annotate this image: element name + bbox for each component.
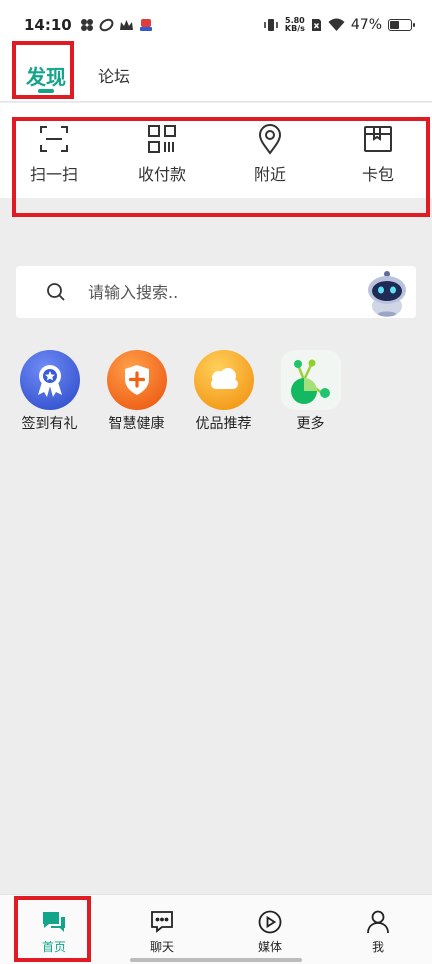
quick-action-scan[interactable]: 扫一扫 <box>0 123 108 185</box>
wifi-icon <box>328 18 345 31</box>
tab-forum[interactable]: 论坛 <box>98 49 130 101</box>
app-icon-more <box>280 350 341 410</box>
vibrate-icon <box>264 19 278 31</box>
location-pin-icon <box>258 124 282 155</box>
chat-bubbles-icon <box>43 912 65 932</box>
app-check-in-reward[interactable]: 签到有礼 <box>12 350 87 433</box>
scan-icon <box>40 126 68 152</box>
ribbon-badge-icon <box>37 365 62 397</box>
app-more[interactable]: 更多 <box>273 350 348 433</box>
robot-assistant-icon[interactable] <box>364 268 410 318</box>
top-tab-bar: 发现 论坛 <box>0 50 432 102</box>
nav-home[interactable]: 首页 <box>0 895 108 964</box>
notification-icons <box>80 18 153 32</box>
quick-action-card-wallet[interactable]: 卡包 <box>324 123 432 185</box>
tab-discover[interactable]: 发现 <box>26 49 66 101</box>
app-badge-icon <box>139 19 152 31</box>
nav-chat[interactable]: 聊天 <box>108 895 216 964</box>
quick-action-pay[interactable]: 收付款 <box>108 123 216 185</box>
shield-plus-icon <box>124 365 149 395</box>
battery-percent: 47% <box>350 17 382 33</box>
qr-code-icon <box>148 125 176 153</box>
app-icon-check-in <box>19 350 80 410</box>
quick-action-nearby[interactable]: 附近 <box>216 123 324 185</box>
more-nodes-icon <box>290 359 330 404</box>
card-wallet-icon <box>364 126 392 152</box>
status-time: 14:10 <box>24 16 72 34</box>
person-icon <box>367 910 389 934</box>
search-bar[interactable] <box>16 266 416 318</box>
app-smart-health[interactable]: 智慧健康 <box>99 350 174 433</box>
leaf-icon <box>99 18 114 32</box>
bottom-nav-bar: 首页 聊天 媒体 我 <box>0 894 432 964</box>
nav-media[interactable]: 媒体 <box>216 895 324 964</box>
apps-grid: 签到有礼 智慧健康 优品推荐 更多 <box>12 350 348 433</box>
active-tab-indicator <box>38 89 54 93</box>
no-sim-icon <box>311 19 321 31</box>
search-input[interactable] <box>88 282 338 302</box>
battery-icon <box>388 19 415 31</box>
crown-icon <box>119 19 133 30</box>
search-icon <box>47 283 65 301</box>
quick-actions-bar: 扫一扫 收付款 附近 卡包 <box>0 103 432 198</box>
cloud-icon <box>210 368 238 389</box>
app-icon-health <box>106 350 167 410</box>
app-recommended[interactable]: 优品推荐 <box>186 350 261 433</box>
network-speed: 5.80 KB/s <box>284 16 305 33</box>
nav-me[interactable]: 我 <box>324 895 432 964</box>
play-circle-icon <box>258 910 282 934</box>
message-dots-icon <box>151 911 173 933</box>
app-icon-recommended <box>193 350 254 410</box>
home-indicator <box>130 958 302 962</box>
pinwheel-icon <box>80 19 93 31</box>
status-bar: 14:10 5.80 KB/s 47% <box>0 0 432 50</box>
